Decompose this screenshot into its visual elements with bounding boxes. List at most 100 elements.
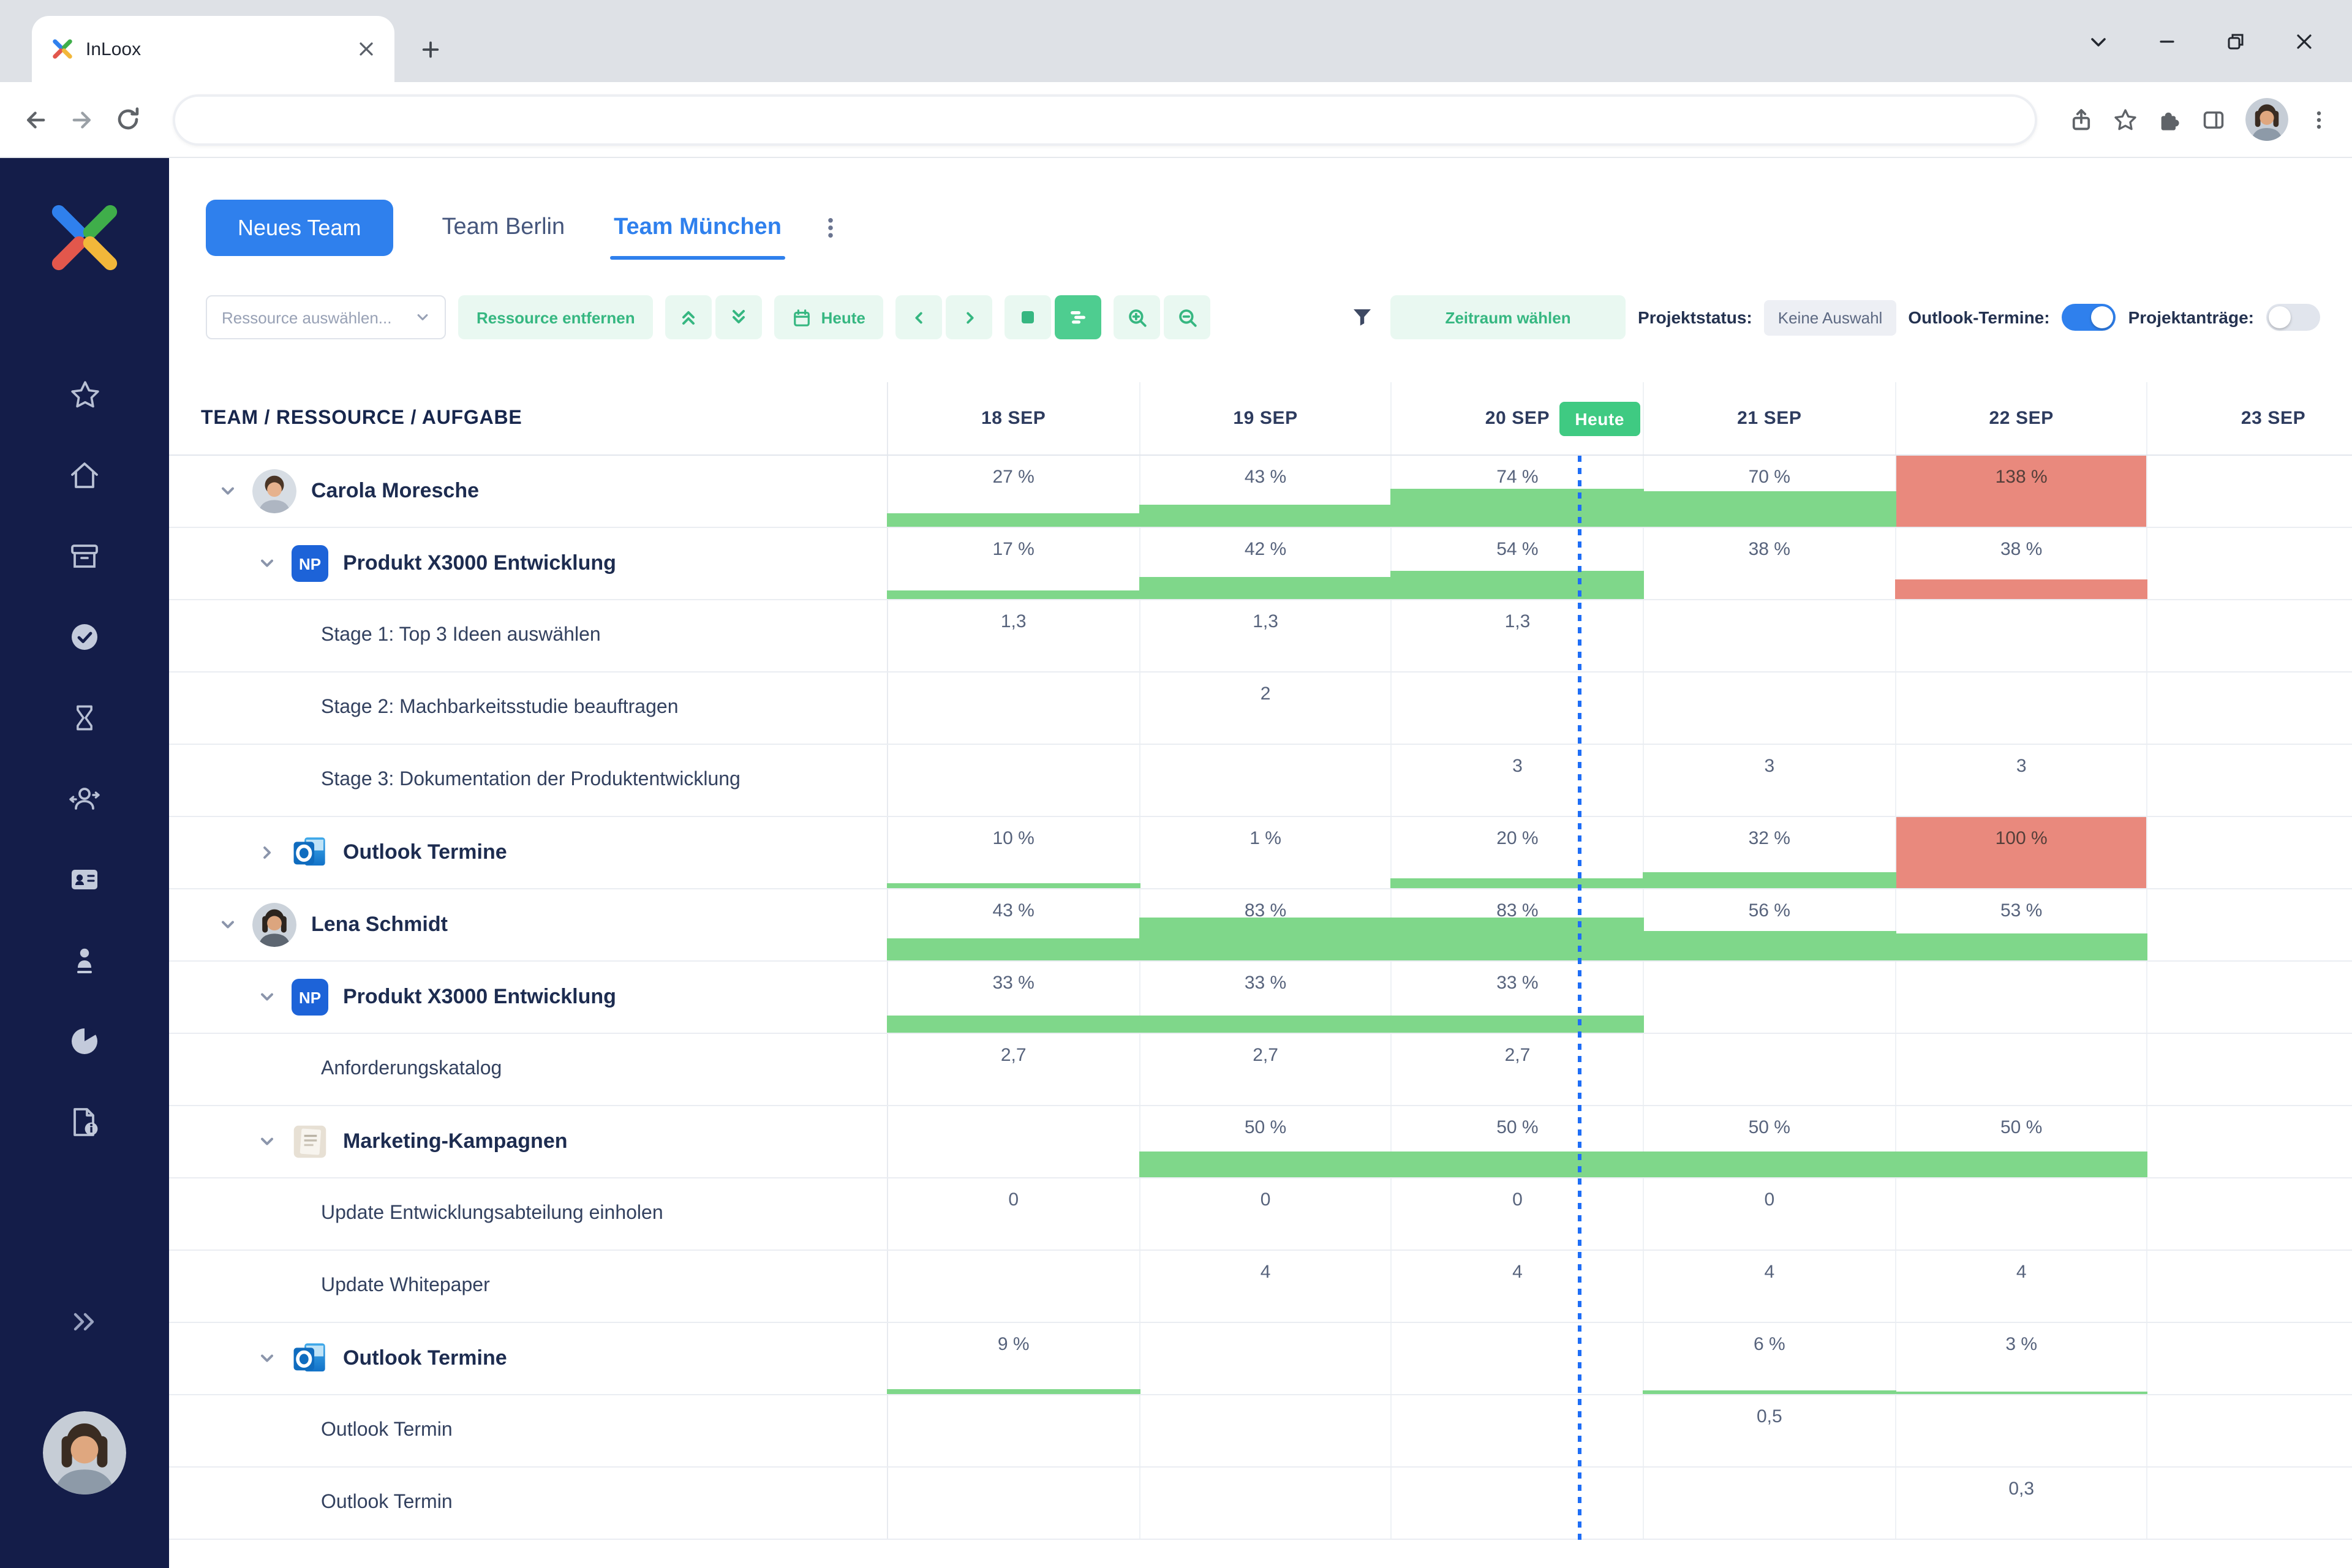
share-icon[interactable]: [2069, 107, 2094, 132]
collapse-all-button[interactable]: [665, 295, 712, 339]
remove-resource-button[interactable]: Ressource entfernen: [458, 295, 654, 339]
today-button-label: Heute: [821, 308, 865, 326]
side-panel-icon[interactable]: [2201, 107, 2226, 132]
row-label: Marketing-Kampagnen: [343, 1129, 568, 1153]
utilization-value: 0: [1008, 1189, 1019, 1210]
view-gantt-button[interactable]: [1055, 295, 1102, 339]
utilization-cell: 4: [1896, 1251, 2148, 1322]
minimize-button[interactable]: [2156, 30, 2178, 52]
row-label-cell[interactable]: Marketing-Kampagnen: [169, 1106, 888, 1177]
check-circle-icon[interactable]: [67, 620, 102, 654]
utilization-cell: 33 %: [1139, 962, 1392, 1033]
hourglass-icon[interactable]: [67, 701, 102, 735]
archive-icon[interactable]: [67, 539, 102, 573]
browser-tab[interactable]: InLoox: [32, 16, 394, 82]
row-label-cell[interactable]: Outlook Termine: [169, 1323, 888, 1394]
chevron-down-icon[interactable]: [257, 554, 277, 573]
chevron-down-icon[interactable]: [257, 1349, 277, 1368]
grid-body: Carola Moresche 27 % 43 % 74 % 70 % 138 % NP Pr…: [169, 456, 2352, 1540]
row-label: Stage 2: Machbarkeitsstudie beauftragen: [321, 697, 679, 718]
utilization-value: 50 %: [1244, 1117, 1287, 1138]
row-cells: 50 % 50 % 50 % 50 %: [888, 1106, 2352, 1177]
tab-close-icon[interactable]: [358, 40, 375, 58]
row-label-cell[interactable]: Stage 3: Dokumentation der Produktentwic…: [169, 745, 888, 816]
forward-button[interactable]: [69, 106, 96, 133]
chevron-down-icon[interactable]: [218, 481, 238, 501]
row-label-cell[interactable]: NP Produkt X3000 Entwicklung: [169, 528, 888, 599]
utilization-cell: [2148, 1468, 2352, 1539]
expand-all-button[interactable]: [715, 295, 763, 339]
utilization-bar: [1139, 918, 1392, 960]
chevron-down-icon[interactable]: [257, 1132, 277, 1152]
row-label-cell[interactable]: Update Whitepaper: [169, 1251, 888, 1322]
project-status-value[interactable]: Keine Auswahl: [1764, 300, 1896, 335]
app-logo[interactable]: [47, 200, 123, 282]
sidebar-expand-button[interactable]: [70, 1307, 99, 1343]
prev-button[interactable]: [895, 295, 943, 339]
utilization-cell: 17 %: [887, 528, 1140, 599]
next-button[interactable]: [946, 295, 993, 339]
view-compact-button[interactable]: [1005, 295, 1052, 339]
maximize-button[interactable]: [2225, 30, 2247, 52]
row-label-cell[interactable]: Anforderungskatalog: [169, 1034, 888, 1105]
close-button[interactable]: [2293, 30, 2315, 52]
team-tabs-menu-icon[interactable]: [818, 216, 843, 240]
row-label-cell[interactable]: Update Entwicklungsabteilung einholen: [169, 1178, 888, 1250]
chevron-down-icon[interactable]: [257, 987, 277, 1007]
utilization-value: 1,3: [1253, 611, 1278, 632]
chevron-right-icon[interactable]: [257, 843, 277, 862]
toolbar: Ressource auswählen... Ressource entfern…: [206, 295, 2320, 339]
home-icon[interactable]: [67, 458, 102, 492]
pie-chart-icon[interactable]: [67, 1024, 102, 1058]
row-cells: 4 4 4 4: [888, 1251, 2352, 1322]
back-button[interactable]: [22, 106, 49, 133]
outlook-toggle[interactable]: [2062, 304, 2116, 331]
browser-menu-icon[interactable]: [2308, 108, 2330, 130]
row-label-cell[interactable]: Stage 2: Machbarkeitsstudie beauftragen: [169, 673, 888, 744]
utilization-bar: [1139, 577, 1392, 599]
zoom-out-button[interactable]: [1164, 295, 1211, 339]
row-label-cell[interactable]: Carola Moresche: [169, 456, 888, 527]
new-team-button[interactable]: Neues Team: [206, 200, 393, 256]
star-icon[interactable]: [67, 377, 102, 412]
utilization-bar: [887, 938, 1140, 960]
tabstrip-dropdown-icon[interactable]: [2087, 30, 2109, 52]
row-label-cell[interactable]: Outlook Termin: [169, 1468, 888, 1539]
requests-toggle[interactable]: [2266, 304, 2320, 331]
profile-avatar[interactable]: [2245, 98, 2288, 141]
utilization-cell: 32 %: [1643, 817, 1896, 888]
task-row: Outlook Termin 0,3: [169, 1468, 2352, 1540]
date-column-header: 19 SEP: [1140, 382, 1392, 454]
tab-team-berlin[interactable]: Team Berlin: [442, 214, 565, 241]
today-button[interactable]: Heute: [774, 295, 884, 339]
date-range-button[interactable]: Zeitraum wählen: [1390, 295, 1626, 339]
toggle-knob: [2269, 306, 2291, 328]
reload-button[interactable]: [115, 107, 141, 132]
bookmark-star-icon[interactable]: [2113, 107, 2138, 132]
filter-icon[interactable]: [1351, 306, 1373, 328]
row-label-cell[interactable]: NP Produkt X3000 Entwicklung: [169, 962, 888, 1033]
row-label-cell[interactable]: Stage 1: Top 3 Ideen auswählen: [169, 600, 888, 671]
resource-select[interactable]: Ressource auswählen...: [206, 295, 446, 339]
people-sync-icon[interactable]: [67, 782, 102, 816]
utilization-cell: [2148, 1395, 2352, 1466]
contact-card-icon[interactable]: [67, 862, 102, 897]
row-label-cell[interactable]: Lena Schmidt: [169, 889, 888, 960]
utilization-value: 3 %: [2005, 1334, 2038, 1355]
task-row: Update Entwicklungsabteilung einholen 0 0 0…: [169, 1178, 2352, 1251]
chevron-down-icon[interactable]: [218, 915, 238, 935]
document-info-icon[interactable]: [67, 1105, 102, 1139]
utilization-value: 33 %: [1244, 973, 1287, 993]
new-tab-button[interactable]: [409, 28, 451, 70]
tab-team-muenchen[interactable]: Team München: [610, 214, 785, 260]
today-line: [1578, 456, 1581, 1540]
person-icon[interactable]: [67, 943, 102, 978]
utilization-cell: 33 %: [1390, 962, 1645, 1033]
row-label-cell[interactable]: Outlook Termine: [169, 817, 888, 888]
sidebar-avatar[interactable]: [43, 1411, 126, 1494]
row-label-cell[interactable]: Outlook Termin: [169, 1395, 888, 1466]
address-bar[interactable]: [173, 94, 2037, 145]
zoom-in-button[interactable]: [1114, 295, 1161, 339]
utilization-cell: 1,3: [1140, 600, 1392, 671]
extensions-icon[interactable]: [2157, 107, 2182, 132]
